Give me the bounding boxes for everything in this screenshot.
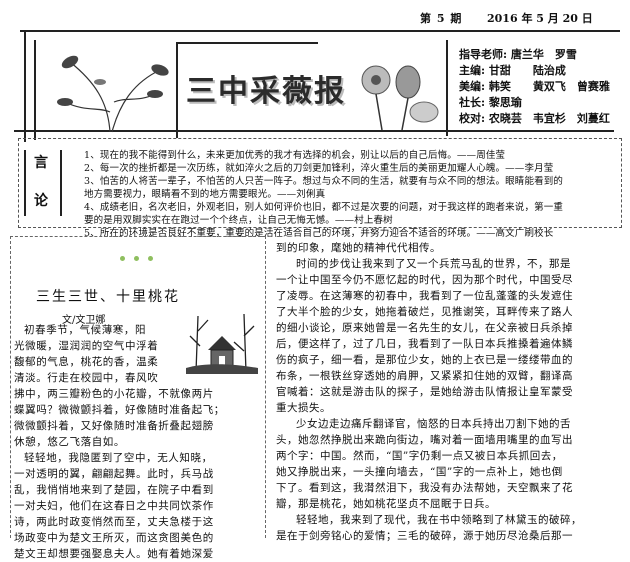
flower-illustration-left	[57, 55, 169, 133]
article-line: 到的印象，麾她的精神代代相传。	[276, 242, 441, 254]
article-line: 的细小谈论，原来她曾是一名先生的女儿，在父亲被日兵杀掉	[276, 322, 573, 334]
flower-illustration-right	[361, 65, 439, 131]
article-line: 重大损失。	[276, 402, 331, 414]
quote-line: 2、每一次的挫折都是一次历练，就如淬火之后的刀剑更加锋利，淬火重生后的美丽更加耀…	[84, 163, 554, 174]
article-line: 后，便这样了，过了几日，我看到了一队日本兵推搡着遍体鳞	[276, 338, 573, 350]
article-line: 清淡。行走在校园中，春风吹	[14, 372, 159, 384]
cottage-illustration	[186, 306, 258, 374]
left-frame-line	[24, 30, 26, 142]
article-line: 乱，我悄悄地来到了楚园，在院子中看到	[14, 484, 214, 496]
quote-line: 要的是用双脚实实在在跑过一个个终点，让自己无悔无憾。——村上春树	[84, 215, 393, 226]
article-line: 头，她忽然挣脱出来跪向街边，嘴对着一面墙用嘴里的血写出	[276, 434, 573, 446]
staff-editors: 主编: 甘甜 陆治成	[459, 64, 566, 77]
article-title: 三生三世、十里桃花	[36, 289, 180, 305]
left-frame-line-inner	[34, 40, 36, 140]
issue-number: 第 5 期	[420, 12, 463, 25]
article-line: 拂中，两三瓣粉色的小花瓣，不就像两片	[14, 388, 214, 400]
staff-frame-line	[446, 40, 448, 136]
article-line: 时间的步伐让我来到了又一个兵荒马乱的世界，不，那是	[296, 258, 571, 270]
article-line: 是在于剑旁铭心的爱情；三毛的破碎，源于她历尽沧桑后那一	[276, 530, 573, 542]
article-line: 轻轻地，我来到了现代，我在书中领略到了林黛玉的破碎，	[296, 514, 582, 526]
top-rule	[20, 30, 620, 32]
article-line: 诗，两此时政变悄然而至，丈夫急楼于这	[14, 516, 214, 528]
article-line: 一对夫妇，他们在这春日之中共同饮茶作	[14, 500, 214, 512]
quotes-label-char-2: 论	[34, 193, 48, 209]
article-line: 休憩，悠乙飞落自如。	[14, 436, 125, 448]
staff-art-editors: 美编: 韩笑 黄双飞 曾赛雅	[459, 80, 610, 93]
article-line: 轻轻地，我隐匿到了空中，无人知晓，	[24, 452, 213, 464]
decor-dot	[134, 256, 139, 261]
staff-advisors: 指导老师: 唐兰华 罗雪	[459, 48, 577, 61]
article-line: 下了。看到这，我潸然泪下，我没有办法帮她，天空飘来了花	[276, 482, 573, 494]
article-line: 初春季节，气候薄寒，阳	[24, 324, 147, 336]
quote-line: 4、成绩老旧，名次老旧，外观老旧，别人如何评价也旧，都不过是次要的问题，对于我这…	[84, 202, 564, 213]
article-line: 少女边走边痛斥翻译官，恼怒的日本兵持出刀割下她的舌	[296, 418, 571, 430]
article-line: 了凌辱。在这薄寒的初春中，我看到了一位乱蓬蓬的头发遮住	[276, 290, 573, 302]
title-rule-top	[176, 42, 318, 44]
issue-date: 2016 年 5 月 20 日	[487, 12, 593, 25]
article-line: 官喊着：这就是游击队的探子，是她给游击队情报让皇军蒙受	[276, 386, 573, 398]
article-line: 微微颤抖着，又好像随时准备折叠起翅膀	[14, 420, 214, 432]
article-line: 光微暖，湿润润的空气中浮着	[14, 340, 159, 352]
quote-line: 3、怕苦的人将苦一辈子，不怕苦的人只苦一阵子。想过与众不同的生活，就要有与众不同…	[84, 176, 564, 187]
quotes-label-char-1: 言	[34, 155, 48, 171]
article-line: 馥郁的气息，桃花的香，温柔	[14, 356, 159, 368]
decor-dot	[120, 256, 125, 261]
newspaper-title: 三中采薇报	[186, 74, 346, 109]
article-line: 布条，一根铁丝穿透她的肩胛，又紧紧扣住她的双臂，翻译高	[276, 370, 573, 382]
article-line: 场政变中为楚文王所灭，而这贪图美色的	[14, 532, 214, 544]
article-line: 她又挣脱出来，一头撞向墙去，“国”字的一点补上，她也倒	[276, 466, 563, 478]
article-line: 一个让中国至今仍不愿忆起的时代，因为那个时代，中国受尽	[276, 274, 573, 286]
article-line: 楚文王却想要强娶息夫人。她有着她深爱	[14, 548, 214, 560]
article-line: 蝶翼吗？微微颤抖着，好像随时准备起飞；	[14, 404, 225, 416]
article-line: 一对透明的翼，翩翩起舞。此时，兵马战	[14, 468, 214, 480]
article-line: 瓣，那是桃花，她如桃花坚贞不屈眠于日兵。	[276, 498, 496, 510]
article-line: 伤的疯子，细一看，是那位少女，她的上衣已是一缕缕带血的	[276, 354, 573, 366]
decor-dot	[148, 256, 153, 261]
staff-president: 社长: 黎思瑜	[459, 96, 522, 109]
quote-line: 地方需要视力，眼睛看不到的地方需要眼光。——刘俐真	[84, 189, 326, 200]
quote-line: 1、现在的我不能得到什么，未来更加优秀的我才有选择的机会，别让以后的自己后悔。—…	[84, 150, 506, 161]
article-line: 了大半个脸的少女，她拖着破烂，见推谢笑，耳畔传来了路人	[276, 306, 573, 318]
article-line: 两个字：中国。然而，“国”字仍剩一点又被日本兵抓回去，	[276, 450, 563, 462]
staff-proofreaders: 校对: 农晓芸 韦宜杉 刘蔓红	[459, 112, 610, 125]
